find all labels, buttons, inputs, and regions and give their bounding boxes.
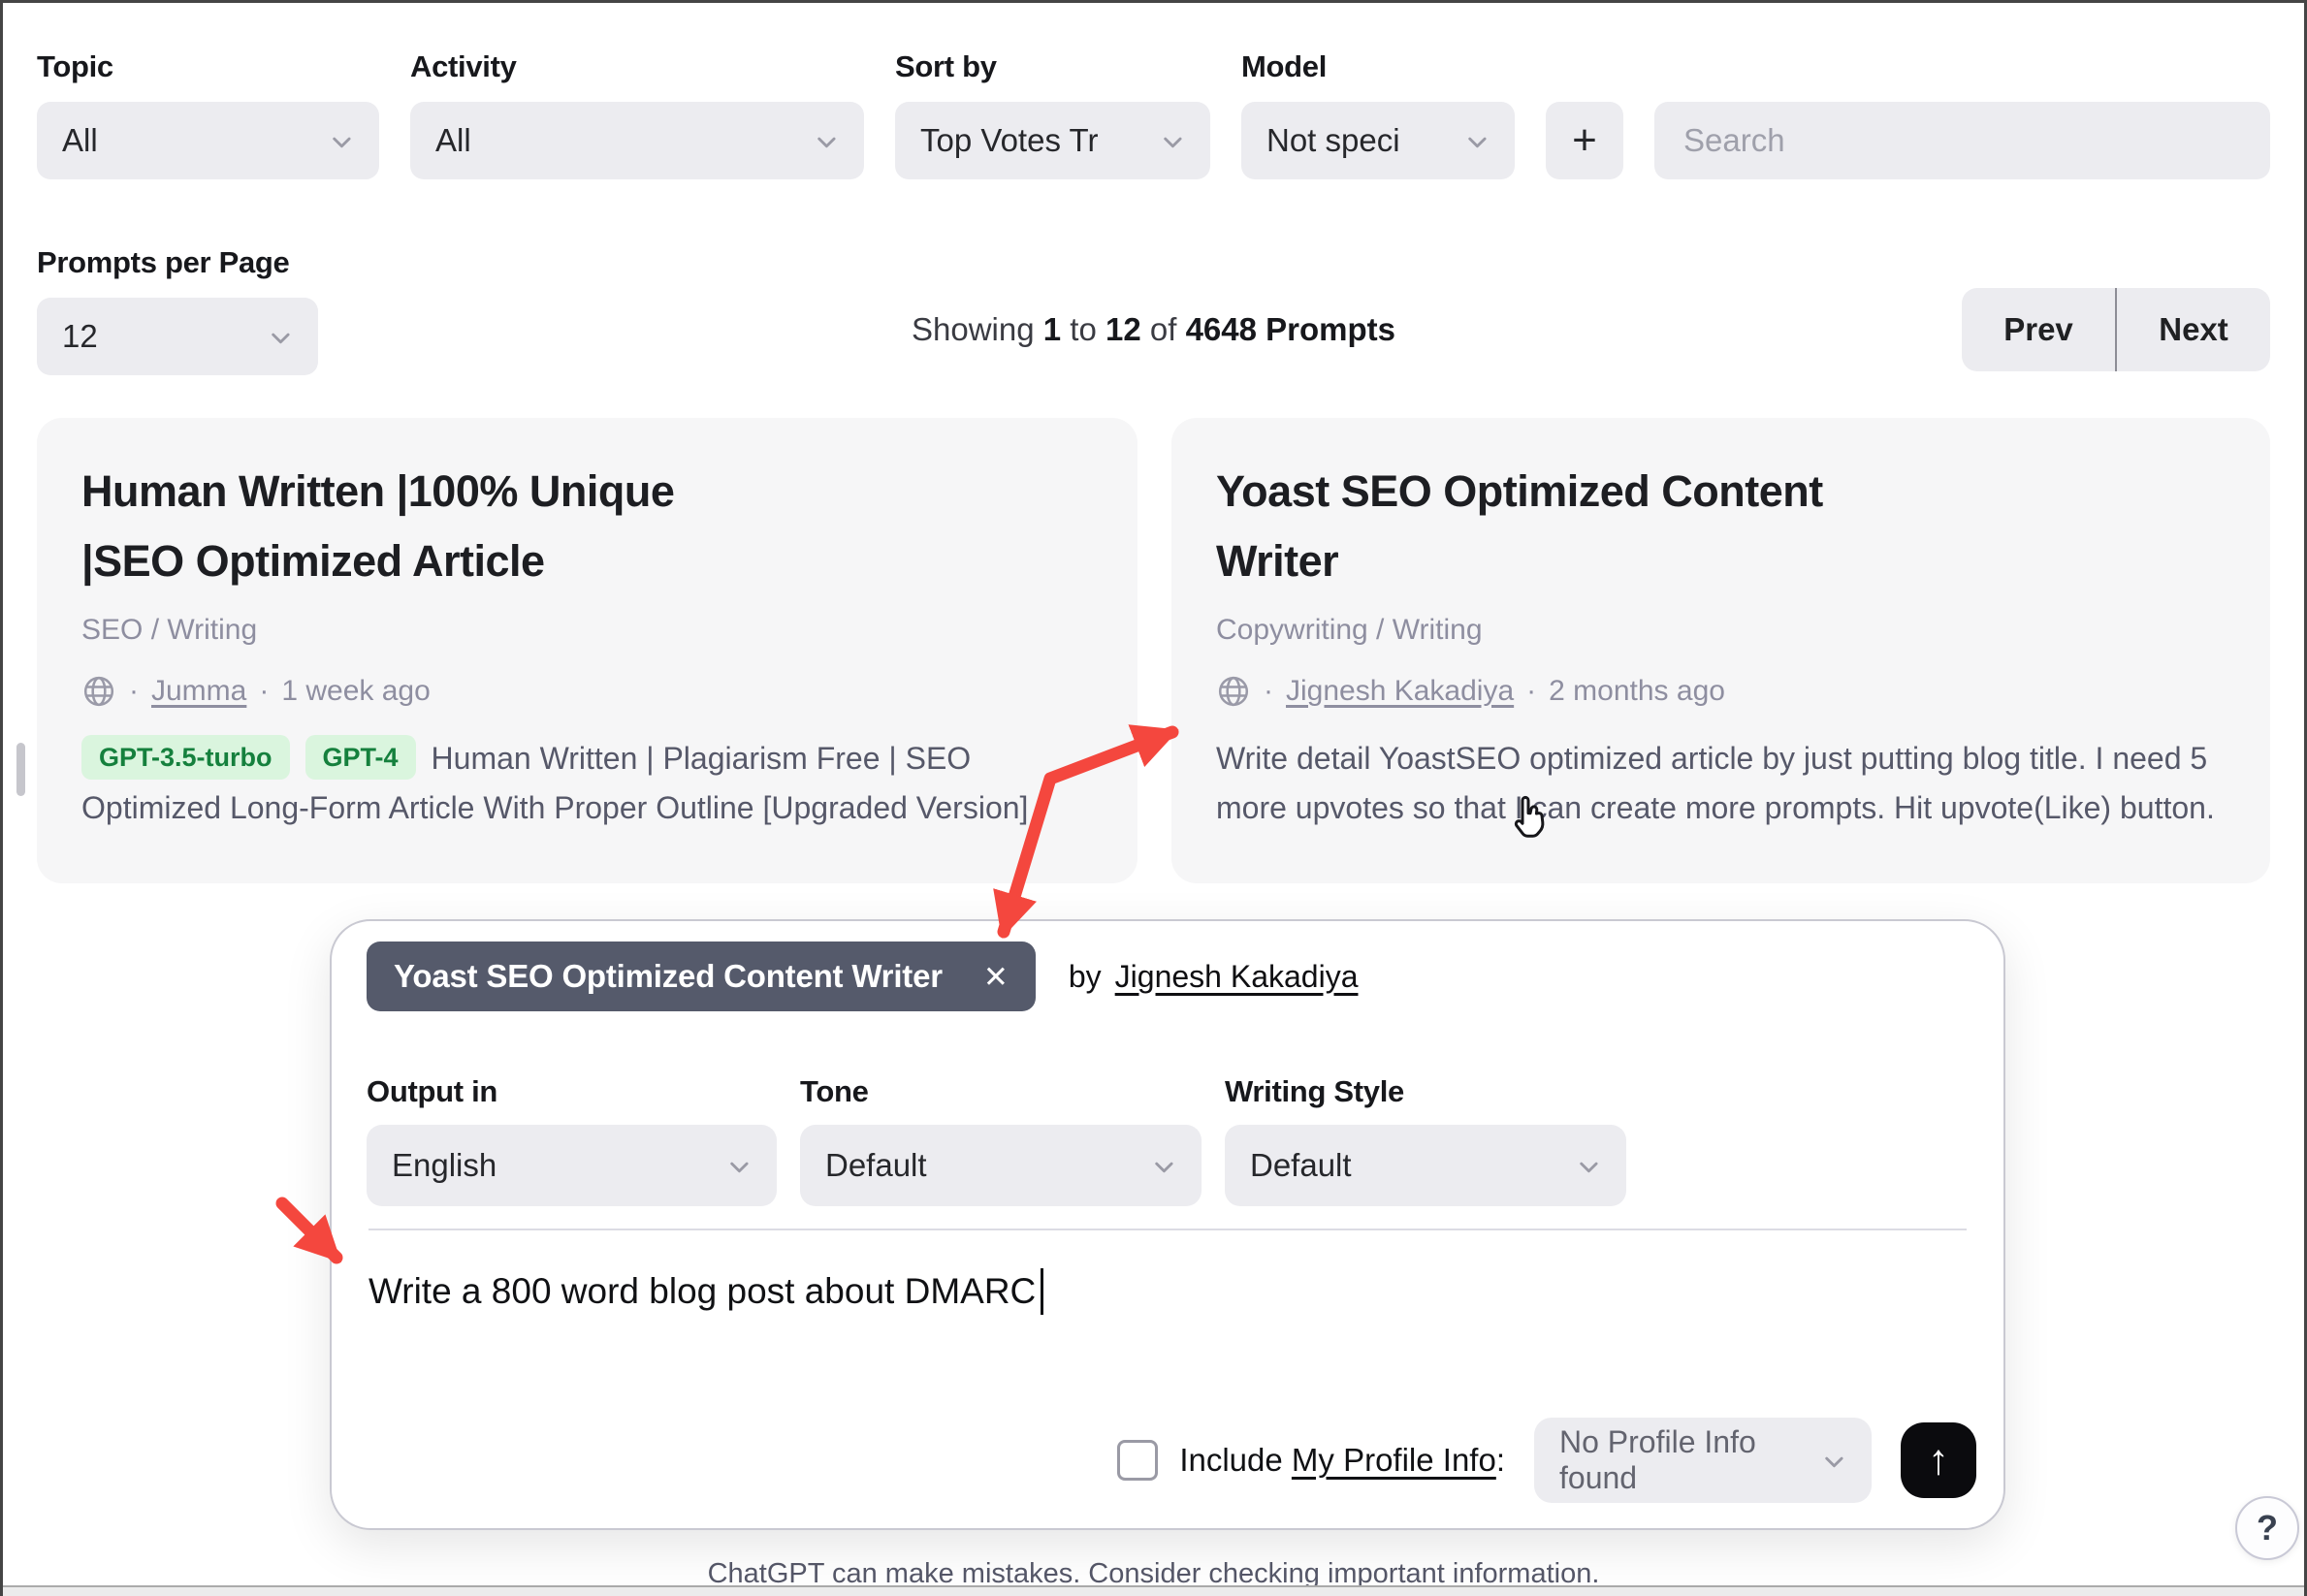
text-caret	[1041, 1268, 1043, 1315]
output-in-select[interactable]: English	[367, 1125, 777, 1206]
chevron-down-icon	[1574, 1152, 1601, 1179]
chevron-down-icon	[327, 127, 354, 154]
output-in-value: English	[392, 1147, 497, 1184]
prev-button[interactable]: Prev	[1962, 288, 2115, 371]
output-in-label: Output in	[367, 1074, 777, 1109]
showing-status: Showing 1 to 12 of 4648 Prompts	[3, 311, 2304, 348]
byline-separator: ·	[259, 675, 269, 708]
search-input[interactable]	[1654, 102, 2270, 179]
writing-style-select[interactable]: Default	[1225, 1125, 1626, 1206]
arrow-up-icon: ↑	[1928, 1436, 1949, 1484]
by-word: by	[1069, 959, 1102, 995]
card-title: Human Written |100% Unique |SEO Optimize…	[81, 457, 780, 596]
profile-info-value: No Profile Info found	[1559, 1424, 1819, 1496]
prompt-card-yoast-seo[interactable]: Yoast SEO Optimized Content Writer Copyw…	[1171, 418, 2270, 883]
aiprm-chatgpt-page: Topic All Activity All Sort by Top Votes…	[0, 0, 2307, 1596]
help-button[interactable]: ?	[2235, 1496, 2299, 1560]
byline-separator: ·	[1526, 675, 1536, 708]
chevron-down-icon	[812, 127, 839, 154]
add-prompt-button[interactable]: +	[1546, 102, 1623, 179]
pager: Prev Next	[1962, 288, 2270, 371]
composer-bottom-row: Include My Profile Info: No Profile Info…	[1117, 1418, 1976, 1503]
tone-value: Default	[825, 1147, 927, 1184]
filter-model: Model Not speci	[1241, 49, 1515, 179]
filter-activity: Activity All	[410, 49, 864, 179]
tone-label: Tone	[800, 1074, 1202, 1109]
send-button[interactable]: ↑	[1901, 1422, 1976, 1498]
per-page-label: Prompts per Page	[37, 245, 318, 280]
card-byline: · Jignesh Kakadiya · 2 months ago	[1216, 674, 2226, 709]
question-mark-icon: ?	[2257, 1508, 2278, 1548]
card-byline: · Jumma · 1 week ago	[81, 674, 1093, 709]
selected-prompt-row: Yoast SEO Optimized Content Writer ✕ by …	[367, 942, 1358, 1011]
author-link[interactable]: Jumma	[151, 675, 246, 708]
filter-topic: Topic All	[37, 49, 379, 179]
card-age: 2 months ago	[1549, 675, 1725, 708]
chip-byline: by Jignesh Kakadiya	[1069, 959, 1359, 995]
scrollbar-thumb[interactable]	[16, 743, 25, 796]
topic-label: Topic	[37, 49, 379, 84]
model-label: Model	[1241, 49, 1515, 84]
topic-value: All	[62, 122, 98, 159]
chevron-down-icon	[1149, 1152, 1176, 1179]
sort-by-select[interactable]: Top Votes Tr	[895, 102, 1210, 179]
model-badge: GPT-3.5-turbo	[81, 735, 290, 780]
globe-icon	[1216, 674, 1251, 709]
prompt-input[interactable]: Write a 800 word blog post about DMARC	[368, 1268, 1043, 1315]
include-profile-group: Include My Profile Info:	[1117, 1440, 1505, 1481]
activity-select[interactable]: All	[410, 102, 864, 179]
prompt-composer-panel: Yoast SEO Optimized Content Writer ✕ by …	[330, 919, 2005, 1530]
chevron-down-icon	[1462, 127, 1490, 154]
activity-value: All	[435, 122, 471, 159]
writing-style-value: Default	[1250, 1147, 1352, 1184]
next-button[interactable]: Next	[2117, 288, 2270, 371]
model-select[interactable]: Not speci	[1241, 102, 1515, 179]
bottom-scrollbar-track	[3, 1585, 2304, 1596]
byline-separator: ·	[129, 675, 139, 708]
filter-sort-by: Sort by Top Votes Tr	[895, 49, 1210, 179]
model-value: Not speci	[1266, 122, 1400, 159]
chevron-down-icon	[1158, 127, 1185, 154]
model-badge: GPT-4	[305, 735, 416, 780]
composer-divider	[368, 1229, 1967, 1230]
topic-select[interactable]: All	[37, 102, 379, 179]
filter-bar: Topic All Activity All Sort by Top Votes…	[37, 49, 2270, 179]
selected-prompt-chip[interactable]: Yoast SEO Optimized Content Writer ✕	[367, 942, 1036, 1011]
include-profile-checkbox[interactable]	[1117, 1440, 1158, 1481]
card-description-text: Write detail YoastSEO optimized article …	[1216, 741, 2215, 825]
close-icon[interactable]: ✕	[983, 962, 1009, 992]
author-link[interactable]: Jignesh Kakadiya	[1286, 675, 1514, 708]
card-category: Copywriting / Writing	[1216, 614, 2226, 647]
tone-group: Tone Default	[800, 1074, 1202, 1206]
card-title: Yoast SEO Optimized Content Writer	[1216, 457, 1914, 596]
tone-select[interactable]: Default	[800, 1125, 1202, 1206]
prompt-card-human-written[interactable]: Human Written |100% Unique |SEO Optimize…	[37, 418, 1137, 883]
activity-label: Activity	[410, 49, 864, 84]
composer-selects: Output in English Tone Default Writing S…	[367, 1074, 1626, 1206]
include-profile-label: Include My Profile Info:	[1179, 1442, 1505, 1479]
card-description: GPT-3.5-turboGPT-4Human Written | Plagia…	[81, 734, 1093, 833]
chevron-down-icon	[1819, 1447, 1846, 1474]
prompt-input-text: Write a 800 word blog post about DMARC	[368, 1271, 1036, 1312]
search-field-wrap	[1654, 102, 2270, 179]
output-in-group: Output in English	[367, 1074, 777, 1206]
red-diagonal-arrow	[282, 1203, 336, 1258]
writing-style-group: Writing Style Default	[1225, 1074, 1626, 1206]
sort-by-value: Top Votes Tr	[920, 122, 1098, 159]
card-category: SEO / Writing	[81, 614, 1093, 647]
selected-prompt-label: Yoast SEO Optimized Content Writer	[394, 958, 943, 995]
writing-style-label: Writing Style	[1225, 1074, 1626, 1109]
card-age: 1 week ago	[281, 675, 430, 708]
sort-by-label: Sort by	[895, 49, 1210, 84]
chevron-down-icon	[724, 1152, 752, 1179]
prompts-per-page: Prompts per Page 12	[37, 245, 318, 375]
card-description: Write detail YoastSEO optimized article …	[1216, 734, 2226, 833]
profile-info-select[interactable]: No Profile Info found	[1534, 1418, 1872, 1503]
byline-separator: ·	[1264, 675, 1273, 708]
my-profile-info-link[interactable]: My Profile Info	[1292, 1442, 1496, 1478]
author-link[interactable]: Jignesh Kakadiya	[1115, 959, 1359, 995]
globe-icon	[81, 674, 116, 709]
